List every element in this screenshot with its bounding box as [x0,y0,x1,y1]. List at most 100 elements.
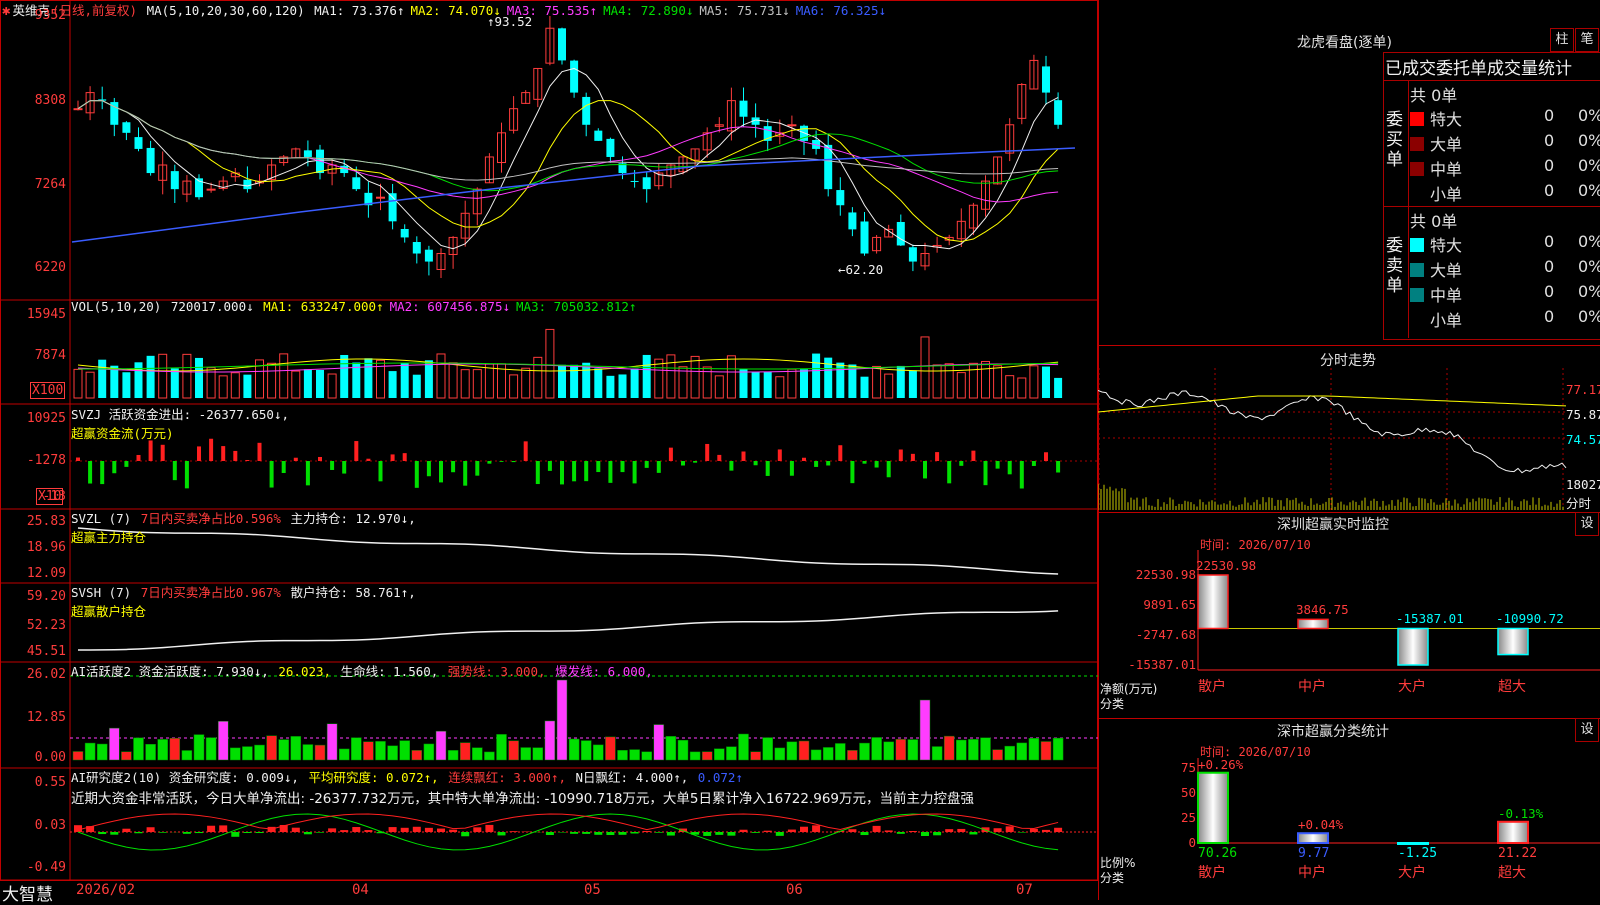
activity-bar [73,751,83,760]
monitor-settings-button[interactable]: 设 [1575,512,1599,536]
research-bar [606,832,614,835]
volume-bar [425,360,433,398]
kline-chart-area[interactable] [0,0,1100,900]
volume-bar [219,376,227,398]
classify-category: 散户 [1198,862,1226,882]
activity-bar [315,745,325,760]
research-bar [885,830,893,832]
volume-bar [510,375,518,398]
activity-bar [569,739,579,760]
activity-bar [97,744,107,760]
monitor-value-label: -10990.72 [1496,611,1564,626]
research-bar [861,832,869,835]
activity-bar [896,739,906,760]
activity-bar [860,743,870,760]
fund-flow-bar [366,459,370,461]
volume-bar [861,377,869,398]
activity-bar [351,738,361,760]
activity-bar [908,740,918,760]
fund-flow-bar [838,445,842,461]
activity-bar [206,738,216,760]
classify-settings-button[interactable]: 设 [1575,718,1599,742]
research-bar [231,832,239,837]
fund-flow-bar [233,451,237,461]
classify-value-label: 70.26 [1198,846,1237,861]
activity-bar [799,741,809,760]
fund-flow-bar [76,458,80,461]
research-bar [195,832,203,833]
buy-row: 小单00% [1410,181,1600,205]
research-bar [667,832,675,836]
activity-bar [690,752,700,760]
activity-bar [920,700,930,760]
fund-flow-bar [584,461,588,481]
ma-line-120 [72,148,1075,242]
volume-bar [873,366,881,398]
sell-row: 中单00% [1410,282,1600,306]
classify-category: 中户 [1298,862,1326,882]
activity-bar [460,743,470,760]
candle-body-down [606,139,614,157]
research-bar [582,832,590,834]
vol-tick: 7874 [2,348,66,363]
volume-bar [328,374,336,398]
candle-body-down [171,171,179,189]
volume-bar [1018,378,1026,398]
fund-flow-bar [935,452,939,461]
monitor-top-line [1098,512,1600,513]
activity-bar [376,741,386,760]
volume-bar [449,363,457,398]
research-bar [243,832,251,833]
tick-view-button[interactable]: 笔 [1575,28,1599,52]
fund-flow-bar [621,461,625,472]
moving-average-layer [72,68,1075,248]
candle-body-down [352,177,360,189]
longhu-title: 龙虎看盘(逐单) [1297,32,1392,52]
volume-bar [776,377,784,398]
research-bar [473,827,481,832]
volume-bar [933,365,941,398]
activity-bar [327,724,337,760]
research-bar [570,832,578,834]
monitor-tick: -15387.01 [1108,657,1196,672]
activity-bar [134,738,144,760]
candle-body-down [558,28,566,60]
classify-value-label: 9.77 [1298,846,1329,861]
buy-row: 大单00% [1410,131,1600,155]
ai-activity-header: AI活跃度2 资金活跃度: 7.930↓, 26.023, 生命线: 1.560… [71,661,655,680]
candle-body-down [897,222,905,245]
activity-bar [170,738,180,760]
classify-top-label: +0.26% [1198,757,1243,772]
candle-body-down [1054,100,1062,125]
fund-flow-bar [427,461,431,476]
research-bar [135,832,143,833]
research-bar [1018,832,1026,833]
research-bar [945,829,953,832]
activity-bar [678,740,688,760]
research-bar [219,825,227,832]
activity-bar [944,736,954,760]
research-bar [328,828,336,832]
ai2-tick: 0.55 [2,775,66,790]
candle-body-up [207,189,215,190]
volume-bar [364,358,372,398]
research-bar [812,825,820,832]
fund-flow-bar [657,461,661,473]
x-axis-label: 04 [352,882,369,898]
research-bar [1054,828,1062,832]
research-bar [703,832,711,836]
volume-bar [982,361,990,398]
classify-tick: 75 [1108,760,1196,775]
ai1-tick: 12.85 [2,710,66,725]
candle-body-down [122,122,130,133]
monitor-category: 大户 [1398,676,1426,696]
svsh-tick: 52.23 [2,618,66,633]
candle-body-down [570,61,578,93]
ma-label-1: MA1: 73.376↑ [314,3,404,18]
activity-bar [968,739,978,760]
bar-view-button[interactable]: 柱 [1550,28,1574,52]
research-bar [643,831,651,832]
classify-bar [1398,843,1428,844]
intraday-chart[interactable] [1098,368,1600,510]
fund-flow-bar [245,460,249,461]
